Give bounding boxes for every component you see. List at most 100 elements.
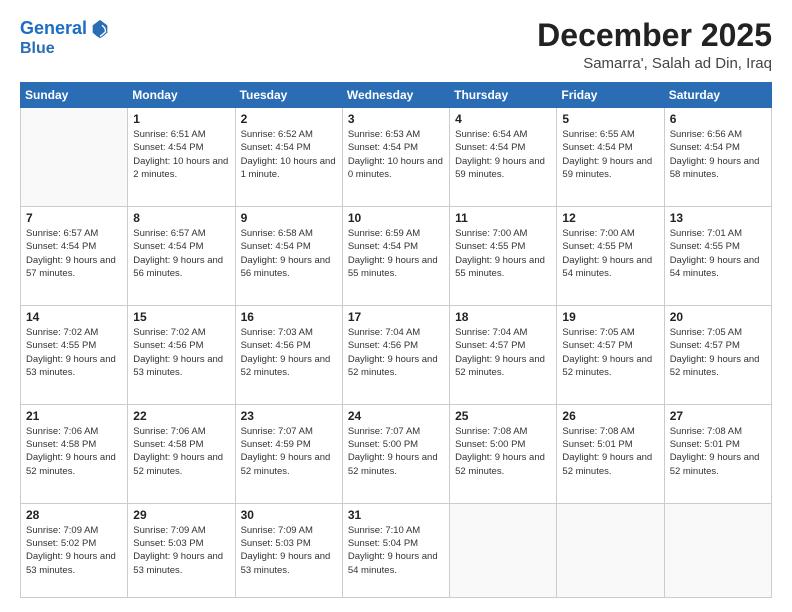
day-number: 22 — [133, 409, 229, 423]
day-info: Sunrise: 7:06 AMSunset: 4:58 PMDaylight:… — [26, 426, 116, 477]
table-row: 17 Sunrise: 7:04 AMSunset: 4:56 PMDaylig… — [342, 305, 449, 404]
table-row: 2 Sunrise: 6:52 AMSunset: 4:54 PMDayligh… — [235, 108, 342, 207]
day-info: Sunrise: 6:59 AMSunset: 4:54 PMDaylight:… — [348, 228, 438, 279]
day-info: Sunrise: 6:58 AMSunset: 4:54 PMDaylight:… — [241, 228, 331, 279]
col-friday: Friday — [557, 83, 664, 108]
table-row: 30 Sunrise: 7:09 AMSunset: 5:03 PMDaylig… — [235, 503, 342, 597]
day-info: Sunrise: 7:08 AMSunset: 5:01 PMDaylight:… — [670, 426, 760, 477]
table-row: 31 Sunrise: 7:10 AMSunset: 5:04 PMDaylig… — [342, 503, 449, 597]
table-row: 7 Sunrise: 6:57 AMSunset: 4:54 PMDayligh… — [21, 207, 128, 306]
day-number: 3 — [348, 112, 444, 126]
header: General Blue December 2025 Samarra', Sal… — [20, 18, 772, 72]
title-area: December 2025 Samarra', Salah ad Din, Ir… — [537, 18, 772, 72]
day-info: Sunrise: 6:56 AMSunset: 4:54 PMDaylight:… — [670, 129, 760, 180]
day-number: 24 — [348, 409, 444, 423]
table-row: 12 Sunrise: 7:00 AMSunset: 4:55 PMDaylig… — [557, 207, 664, 306]
day-number: 29 — [133, 508, 229, 522]
table-row: 27 Sunrise: 7:08 AMSunset: 5:01 PMDaylig… — [664, 404, 771, 503]
day-number: 21 — [26, 409, 122, 423]
day-info: Sunrise: 7:10 AMSunset: 5:04 PMDaylight:… — [348, 525, 438, 576]
table-row: 6 Sunrise: 6:56 AMSunset: 4:54 PMDayligh… — [664, 108, 771, 207]
day-number: 2 — [241, 112, 337, 126]
table-row — [664, 503, 771, 597]
day-info: Sunrise: 6:51 AMSunset: 4:54 PMDaylight:… — [133, 129, 228, 180]
day-number: 10 — [348, 211, 444, 225]
table-row: 3 Sunrise: 6:53 AMSunset: 4:54 PMDayligh… — [342, 108, 449, 207]
day-info: Sunrise: 7:05 AMSunset: 4:57 PMDaylight:… — [562, 327, 652, 378]
table-row: 20 Sunrise: 7:05 AMSunset: 4:57 PMDaylig… — [664, 305, 771, 404]
day-number: 4 — [455, 112, 551, 126]
table-row: 5 Sunrise: 6:55 AMSunset: 4:54 PMDayligh… — [557, 108, 664, 207]
table-row: 16 Sunrise: 7:03 AMSunset: 4:56 PMDaylig… — [235, 305, 342, 404]
day-number: 5 — [562, 112, 658, 126]
day-number: 28 — [26, 508, 122, 522]
day-info: Sunrise: 6:53 AMSunset: 4:54 PMDaylight:… — [348, 129, 443, 180]
month-title: December 2025 — [537, 18, 772, 53]
day-info: Sunrise: 7:08 AMSunset: 5:01 PMDaylight:… — [562, 426, 652, 477]
day-number: 31 — [348, 508, 444, 522]
table-row: 29 Sunrise: 7:09 AMSunset: 5:03 PMDaylig… — [128, 503, 235, 597]
day-number: 12 — [562, 211, 658, 225]
table-row: 10 Sunrise: 6:59 AMSunset: 4:54 PMDaylig… — [342, 207, 449, 306]
day-info: Sunrise: 7:02 AMSunset: 4:55 PMDaylight:… — [26, 327, 116, 378]
day-info: Sunrise: 7:07 AMSunset: 5:00 PMDaylight:… — [348, 426, 438, 477]
table-row: 26 Sunrise: 7:08 AMSunset: 5:01 PMDaylig… — [557, 404, 664, 503]
day-number: 13 — [670, 211, 766, 225]
day-number: 7 — [26, 211, 122, 225]
day-number: 26 — [562, 409, 658, 423]
day-info: Sunrise: 7:09 AMSunset: 5:02 PMDaylight:… — [26, 525, 116, 576]
day-info: Sunrise: 7:02 AMSunset: 4:56 PMDaylight:… — [133, 327, 223, 378]
day-number: 19 — [562, 310, 658, 324]
col-monday: Monday — [128, 83, 235, 108]
day-number: 6 — [670, 112, 766, 126]
day-number: 17 — [348, 310, 444, 324]
table-row: 18 Sunrise: 7:04 AMSunset: 4:57 PMDaylig… — [450, 305, 557, 404]
day-number: 11 — [455, 211, 551, 225]
day-info: Sunrise: 7:05 AMSunset: 4:57 PMDaylight:… — [670, 327, 760, 378]
col-sunday: Sunday — [21, 83, 128, 108]
day-info: Sunrise: 6:52 AMSunset: 4:54 PMDaylight:… — [241, 129, 336, 180]
logo-subtext: Blue — [20, 40, 55, 57]
day-number: 20 — [670, 310, 766, 324]
table-row: 22 Sunrise: 7:06 AMSunset: 4:58 PMDaylig… — [128, 404, 235, 503]
day-number: 16 — [241, 310, 337, 324]
day-info: Sunrise: 7:00 AMSunset: 4:55 PMDaylight:… — [562, 228, 652, 279]
table-row: 24 Sunrise: 7:07 AMSunset: 5:00 PMDaylig… — [342, 404, 449, 503]
day-info: Sunrise: 7:09 AMSunset: 5:03 PMDaylight:… — [133, 525, 223, 576]
day-number: 18 — [455, 310, 551, 324]
table-row: 4 Sunrise: 6:54 AMSunset: 4:54 PMDayligh… — [450, 108, 557, 207]
logo-text: General — [20, 19, 87, 39]
location-title: Samarra', Salah ad Din, Iraq — [537, 55, 772, 72]
table-row — [21, 108, 128, 207]
day-info: Sunrise: 7:08 AMSunset: 5:00 PMDaylight:… — [455, 426, 545, 477]
table-row: 13 Sunrise: 7:01 AMSunset: 4:55 PMDaylig… — [664, 207, 771, 306]
table-row: 28 Sunrise: 7:09 AMSunset: 5:02 PMDaylig… — [21, 503, 128, 597]
day-number: 14 — [26, 310, 122, 324]
day-number: 15 — [133, 310, 229, 324]
col-thursday: Thursday — [450, 83, 557, 108]
day-number: 30 — [241, 508, 337, 522]
day-info: Sunrise: 6:57 AMSunset: 4:54 PMDaylight:… — [26, 228, 116, 279]
table-row: 23 Sunrise: 7:07 AMSunset: 4:59 PMDaylig… — [235, 404, 342, 503]
col-tuesday: Tuesday — [235, 83, 342, 108]
calendar-header-row: Sunday Monday Tuesday Wednesday Thursday… — [21, 83, 772, 108]
table-row: 1 Sunrise: 6:51 AMSunset: 4:54 PMDayligh… — [128, 108, 235, 207]
day-info: Sunrise: 7:04 AMSunset: 4:57 PMDaylight:… — [455, 327, 545, 378]
day-number: 25 — [455, 409, 551, 423]
day-info: Sunrise: 7:03 AMSunset: 4:56 PMDaylight:… — [241, 327, 331, 378]
table-row: 9 Sunrise: 6:58 AMSunset: 4:54 PMDayligh… — [235, 207, 342, 306]
logo-icon — [89, 18, 111, 40]
day-info: Sunrise: 6:57 AMSunset: 4:54 PMDaylight:… — [133, 228, 223, 279]
day-info: Sunrise: 7:00 AMSunset: 4:55 PMDaylight:… — [455, 228, 545, 279]
day-info: Sunrise: 7:07 AMSunset: 4:59 PMDaylight:… — [241, 426, 331, 477]
col-saturday: Saturday — [664, 83, 771, 108]
table-row: 8 Sunrise: 6:57 AMSunset: 4:54 PMDayligh… — [128, 207, 235, 306]
day-info: Sunrise: 7:04 AMSunset: 4:56 PMDaylight:… — [348, 327, 438, 378]
day-info: Sunrise: 6:55 AMSunset: 4:54 PMDaylight:… — [562, 129, 652, 180]
table-row: 14 Sunrise: 7:02 AMSunset: 4:55 PMDaylig… — [21, 305, 128, 404]
page: General Blue December 2025 Samarra', Sal… — [0, 0, 792, 612]
table-row: 19 Sunrise: 7:05 AMSunset: 4:57 PMDaylig… — [557, 305, 664, 404]
logo: General Blue — [20, 18, 111, 58]
table-row: 15 Sunrise: 7:02 AMSunset: 4:56 PMDaylig… — [128, 305, 235, 404]
table-row: 21 Sunrise: 7:06 AMSunset: 4:58 PMDaylig… — [21, 404, 128, 503]
